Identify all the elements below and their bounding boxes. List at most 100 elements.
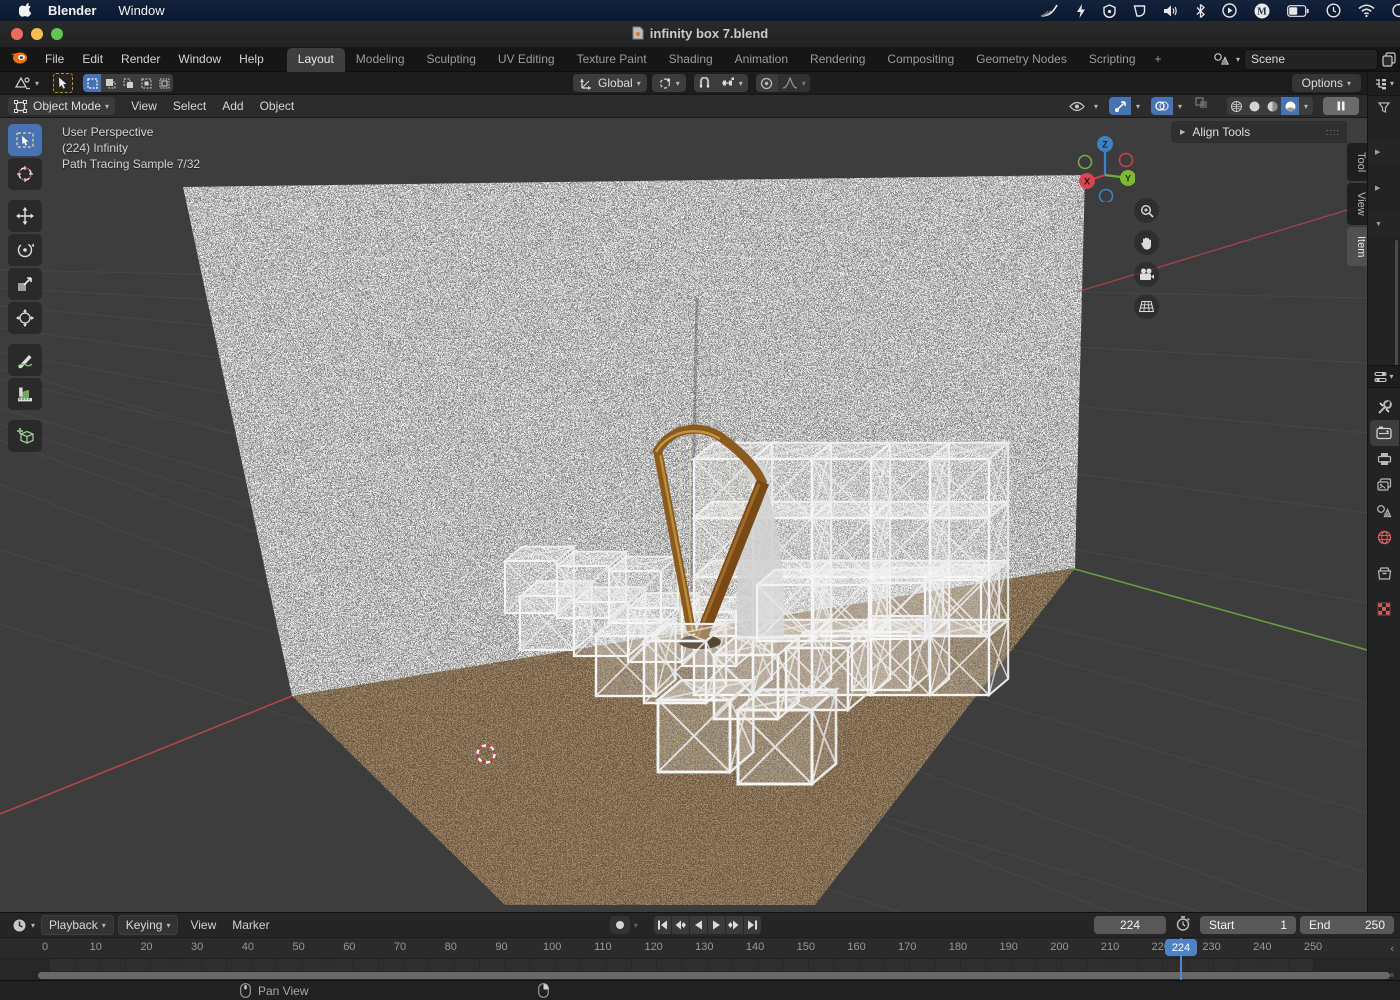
tab-texture-paint[interactable]: Texture Paint xyxy=(566,48,658,72)
falloff-dropdown[interactable]: ▾ xyxy=(778,74,810,92)
gizmos-toggle[interactable]: ▾ xyxy=(1109,97,1145,115)
tab-shading[interactable]: Shading xyxy=(658,48,724,72)
orientation-dropdown[interactable]: Global ▾ xyxy=(573,74,647,92)
jump-start-button[interactable] xyxy=(654,916,671,934)
menu-help[interactable]: Help xyxy=(230,47,273,71)
play-reverse-button[interactable] xyxy=(690,916,707,934)
tab-viewlayer-properties[interactable] xyxy=(1370,472,1399,498)
zoom-view-button[interactable] xyxy=(1134,198,1159,223)
gizmo-z-neg[interactable] xyxy=(1100,190,1113,203)
end-frame-field[interactable]: End250 xyxy=(1300,916,1394,934)
tab-layout[interactable]: Layout xyxy=(287,48,345,72)
tab-rendering[interactable]: Rendering xyxy=(799,48,876,72)
cursor-tool[interactable] xyxy=(8,158,42,190)
ortho-toggle-button[interactable] xyxy=(1134,294,1159,319)
outliner-row-collapsed-2[interactable]: ▶ xyxy=(1368,178,1400,198)
select-mode-intersect[interactable] xyxy=(155,74,173,92)
overlays-toggle[interactable]: ▾ xyxy=(1151,97,1187,115)
options-button[interactable]: Options▾ xyxy=(1292,74,1361,92)
menu-edit[interactable]: Edit xyxy=(73,47,112,71)
sidebar-tab-item[interactable]: Item xyxy=(1347,227,1367,266)
control-center-icon[interactable] xyxy=(1392,3,1400,18)
region-collapse-icon[interactable]: ‹ xyxy=(1390,943,1394,955)
tab-tool-properties[interactable] xyxy=(1370,394,1399,420)
auto-keying-chevron[interactable]: ▾ xyxy=(634,921,638,930)
select-box-tool[interactable] xyxy=(8,124,42,156)
select-mode-invert[interactable] xyxy=(137,74,155,92)
shading-solid[interactable] xyxy=(1245,97,1263,115)
viewport-menu-view[interactable]: View xyxy=(123,99,165,113)
play-button[interactable] xyxy=(708,916,725,934)
current-frame-field[interactable]: 224 xyxy=(1094,916,1166,934)
timeline-editor-type-button[interactable]: ▾ xyxy=(6,916,41,934)
timeline-view-menu[interactable]: View xyxy=(182,918,224,932)
outliner-mode-icon[interactable] xyxy=(1374,78,1388,90)
use-preview-range-icon[interactable] xyxy=(1176,916,1190,934)
tab-compositing[interactable]: Compositing xyxy=(876,48,965,72)
bluetooth-icon[interactable] xyxy=(1196,4,1205,18)
select-mode-extend[interactable] xyxy=(101,74,119,92)
viewport-3d[interactable]: User Perspective (224) Infinity Path Tra… xyxy=(0,118,1367,912)
visibility-dropdown[interactable]: ▾ xyxy=(1065,97,1103,115)
tab-render-properties[interactable] xyxy=(1370,420,1399,446)
scene-datablock-icon[interactable] xyxy=(1213,52,1229,66)
pivot-point-dropdown[interactable]: ▾ xyxy=(652,74,686,92)
tab-texture-properties[interactable] xyxy=(1370,596,1399,622)
tab-modeling[interactable]: Modeling xyxy=(345,48,416,72)
shading-wireframe[interactable] xyxy=(1227,97,1245,115)
camera-view-button[interactable] xyxy=(1134,262,1159,287)
prev-keyframe-button[interactable] xyxy=(672,916,689,934)
tab-output-properties[interactable] xyxy=(1370,446,1399,472)
scene-browse-chevron[interactable]: ▾ xyxy=(1236,55,1240,64)
gizmo-y-neg[interactable] xyxy=(1079,156,1092,169)
xray-toggle[interactable] xyxy=(1195,97,1217,115)
viewport-menu-select[interactable]: Select xyxy=(165,99,214,113)
snap-target-dropdown[interactable]: ▾ xyxy=(716,74,748,92)
pause-render-button[interactable] xyxy=(1323,97,1359,115)
viewport-menu-object[interactable]: Object xyxy=(252,99,303,113)
zoom-button[interactable] xyxy=(51,28,63,40)
gizmo-x-neg[interactable] xyxy=(1120,154,1133,167)
apple-menu-icon[interactable] xyxy=(14,3,36,18)
scene-canvas[interactable] xyxy=(0,118,1367,912)
timeline-marker-menu[interactable]: Marker xyxy=(224,918,277,932)
outliner-mode-chevron[interactable]: ▾ xyxy=(1390,79,1394,88)
macos-menu-window[interactable]: Window xyxy=(118,3,164,18)
blender-logo-icon[interactable] xyxy=(10,51,28,67)
tab-scripting[interactable]: Scripting xyxy=(1078,48,1147,72)
mode-dropdown[interactable]: Object Mode ▾ xyxy=(8,97,115,115)
jump-end-button[interactable] xyxy=(744,916,761,934)
scene-name-field[interactable]: Scene xyxy=(1244,49,1378,70)
align-tools-panel-header[interactable]: ▶ Align Tools :::: xyxy=(1171,121,1347,143)
sidebar-tab-view[interactable]: View xyxy=(1347,183,1367,225)
tab-animation[interactable]: Animation xyxy=(724,48,799,72)
shading-dropdown[interactable]: ▾ xyxy=(1304,102,1308,111)
minimize-button[interactable] xyxy=(31,28,43,40)
tab-sculpting[interactable]: Sculpting xyxy=(416,48,487,72)
pan-view-button[interactable] xyxy=(1134,230,1159,255)
next-keyframe-button[interactable] xyxy=(726,916,743,934)
menu-file[interactable]: File xyxy=(36,47,73,71)
tab-world-properties[interactable] xyxy=(1370,524,1399,550)
outliner-row-collapsed-1[interactable]: ▶ xyxy=(1368,142,1400,162)
charging-icon[interactable] xyxy=(1076,4,1086,18)
tab-geometry-nodes[interactable]: Geometry Nodes xyxy=(965,48,1078,72)
wifi-icon[interactable] xyxy=(1358,4,1375,17)
menu-window[interactable]: Window xyxy=(169,47,230,71)
tab-scene-properties[interactable] xyxy=(1370,498,1399,524)
tab-uv-editing[interactable]: UV Editing xyxy=(487,48,566,72)
snap-toggle[interactable] xyxy=(694,74,716,92)
shape-icon[interactable] xyxy=(1133,4,1146,18)
auto-keying-button[interactable] xyxy=(610,916,630,934)
nav-gizmo[interactable]: Z X Y xyxy=(1075,126,1135,202)
panel-drag-dots[interactable]: :::: xyxy=(1326,127,1340,137)
start-frame-field[interactable]: Start1 xyxy=(1200,916,1296,934)
viewport-menu-add[interactable]: Add xyxy=(214,99,251,113)
timeline-scrollbar[interactable] xyxy=(38,972,1390,979)
time-machine-icon[interactable] xyxy=(1326,3,1341,18)
play-circle-icon[interactable] xyxy=(1222,3,1237,18)
sidebar-tab-tool[interactable]: Tool xyxy=(1347,143,1367,181)
active-tool-button[interactable] xyxy=(53,73,73,93)
timeline-channel[interactable] xyxy=(0,959,1400,971)
add-cube-tool[interactable] xyxy=(8,420,42,452)
